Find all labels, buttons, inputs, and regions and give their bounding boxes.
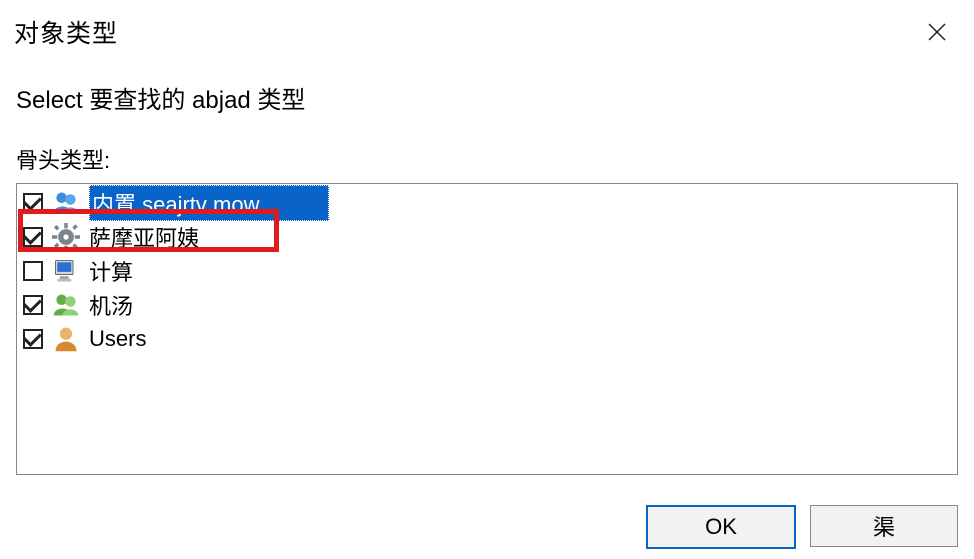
object-types-list[interactable]: 内置 seajrtv mow 萨摩亚阿姨	[16, 183, 958, 475]
instruction-text: Select 要查找的 abjad 类型	[0, 56, 974, 119]
dialog-title: 对象类型	[14, 14, 118, 50]
list-item-label: Users	[89, 326, 146, 351]
checkbox[interactable]	[23, 193, 43, 213]
close-button[interactable]	[914, 13, 960, 51]
titlebar: 对象类型	[0, 0, 974, 56]
checkbox[interactable]	[23, 295, 43, 315]
group-icon	[51, 188, 81, 218]
list-item-label: 计算	[89, 260, 133, 285]
list-item-label: 萨摩亚阿姨	[89, 226, 199, 251]
checkbox[interactable]	[23, 261, 43, 281]
list-item[interactable]: 机汤	[17, 288, 957, 322]
list-item[interactable]: 萨摩亚阿姨	[17, 220, 957, 254]
list-item-label: 内置 seajrtv mow	[92, 192, 259, 217]
checkbox[interactable]	[23, 329, 43, 349]
computer-icon	[51, 256, 81, 286]
list-item[interactable]: Users	[17, 322, 957, 356]
checkbox[interactable]	[23, 227, 43, 247]
list-item[interactable]: 计算	[17, 254, 957, 288]
list-item[interactable]: 内置 seajrtv mow	[17, 186, 957, 220]
cancel-button[interactable]: 渠	[810, 505, 958, 547]
user-icon	[51, 324, 81, 354]
close-icon	[927, 22, 947, 42]
list-item-label: 机汤	[89, 294, 133, 319]
object-types-dialog: 对象类型 Select 要查找的 abjad 类型 骨头类型: 内置 seajr…	[0, 0, 974, 559]
list-label: 骨头类型:	[0, 119, 974, 181]
ok-button[interactable]: OK	[646, 505, 796, 549]
button-bar: OK 渠	[646, 505, 958, 549]
gear-icon	[51, 222, 81, 252]
group-icon	[51, 290, 81, 320]
